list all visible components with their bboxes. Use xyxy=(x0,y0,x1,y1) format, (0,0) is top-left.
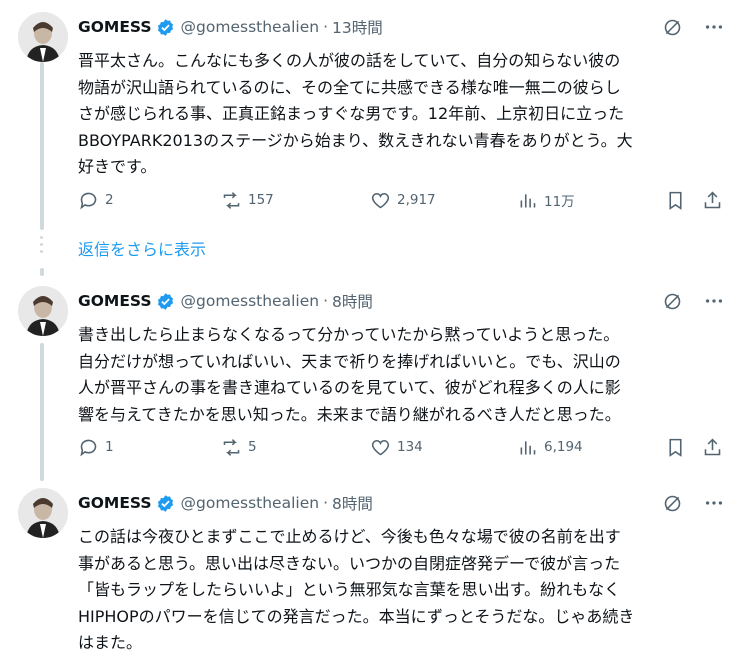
handle[interactable]: @gomessthealien xyxy=(181,292,320,310)
handle[interactable]: @gomessthealien xyxy=(181,18,320,36)
display-name[interactable]: GOMESS xyxy=(78,494,152,512)
tweet-top-actions xyxy=(662,16,725,42)
heart-icon xyxy=(371,439,390,455)
verified-badge-icon xyxy=(156,494,175,513)
timestamp[interactable]: 8時間 xyxy=(332,492,373,514)
reply-button[interactable]: 1 xyxy=(78,435,114,459)
tweet-header: GOMESS @gomessthealien · 8時間 xyxy=(78,491,373,515)
bookmark-icon xyxy=(669,191,682,210)
tweet-header: GOMESS @gomessthealien · 13時間 xyxy=(78,15,383,39)
retweet-icon xyxy=(223,438,240,456)
tweet-actions: 2 157 2,917 11万 xyxy=(78,188,728,212)
share-icon xyxy=(704,191,721,208)
more-options-icon[interactable] xyxy=(703,492,725,518)
avatar[interactable] xyxy=(18,286,68,336)
grok-icon[interactable] xyxy=(662,493,683,518)
like-button[interactable]: 134 xyxy=(370,435,423,459)
more-options-icon[interactable] xyxy=(703,290,725,316)
retweet-count: 157 xyxy=(248,192,274,208)
like-button[interactable]: 2,917 xyxy=(370,188,436,212)
analytics-icon xyxy=(520,193,536,207)
tweet-top-actions xyxy=(662,290,725,316)
timestamp[interactable]: 13時間 xyxy=(332,16,383,38)
share-button[interactable] xyxy=(702,188,723,212)
grok-icon[interactable] xyxy=(662,17,683,42)
tweet-text: この話は今夜ひとまずここで止めるけど、今後も色々な場で彼の名前を出す 事があると… xyxy=(78,527,635,652)
analytics-icon xyxy=(520,440,536,454)
separator-dot: · xyxy=(323,18,329,36)
thread-line-2 xyxy=(40,268,44,276)
view-count: 6,194 xyxy=(544,439,583,455)
tweet-actions: 1 5 134 6,194 xyxy=(78,435,728,459)
tweet-2[interactable]: GOMESS @gomessthealien · 8時間 書き出したら止まらなく… xyxy=(0,286,753,466)
timestamp[interactable]: 8時間 xyxy=(332,290,373,312)
separator-dot: · xyxy=(323,292,329,310)
reply-icon xyxy=(80,439,97,456)
handle[interactable]: @gomessthealien xyxy=(181,494,320,512)
views-button[interactable]: 11万 xyxy=(517,188,575,212)
share-button[interactable] xyxy=(702,435,723,459)
tweet-top-actions xyxy=(662,492,725,518)
view-count: 11万 xyxy=(544,194,575,210)
views-button[interactable]: 6,194 xyxy=(517,435,583,459)
verified-badge-icon xyxy=(156,18,175,37)
show-more-replies-link[interactable]: 返信をさらに表示 xyxy=(78,236,206,260)
tweet-1[interactable]: GOMESS @gomessthealien · 13時間 晋平太さん。こんなに… xyxy=(0,12,753,222)
display-name[interactable]: GOMESS xyxy=(78,18,152,36)
reply-count: 1 xyxy=(105,439,114,455)
like-count: 2,917 xyxy=(397,192,436,208)
retweet-button[interactable]: 5 xyxy=(221,435,257,459)
tweet-text: 書き出したら止まらなくなるって分かっていたから黙っていようと思った。 自分だけが… xyxy=(78,325,621,424)
thread-gap-dots xyxy=(40,236,44,257)
separator-dot: · xyxy=(323,494,329,512)
bookmark-button[interactable] xyxy=(665,435,686,459)
tweet-3[interactable]: GOMESS @gomessthealien · 8時間 この話は今夜ひとまずこ… xyxy=(0,488,753,652)
avatar[interactable] xyxy=(18,12,68,62)
bookmark-button[interactable] xyxy=(665,188,686,212)
reply-count: 2 xyxy=(105,192,114,208)
retweet-button[interactable]: 157 xyxy=(221,188,274,212)
avatar[interactable] xyxy=(18,488,68,538)
reply-button[interactable]: 2 xyxy=(78,188,114,212)
share-icon xyxy=(704,438,721,455)
heart-icon xyxy=(371,192,390,208)
more-options-icon[interactable] xyxy=(703,16,725,42)
reply-icon xyxy=(80,192,97,209)
tweet-header: GOMESS @gomessthealien · 8時間 xyxy=(78,289,373,313)
bookmark-icon xyxy=(669,438,682,457)
like-count: 134 xyxy=(397,439,423,455)
tweet-text: 晋平太さん。こんなにも多くの人が彼の話をしていて、自分の知らない彼の 物語が沢山… xyxy=(78,51,633,176)
display-name[interactable]: GOMESS xyxy=(78,292,152,310)
grok-icon[interactable] xyxy=(662,291,683,316)
retweet-count: 5 xyxy=(248,439,257,455)
retweet-icon xyxy=(223,191,240,209)
verified-badge-icon xyxy=(156,292,175,311)
